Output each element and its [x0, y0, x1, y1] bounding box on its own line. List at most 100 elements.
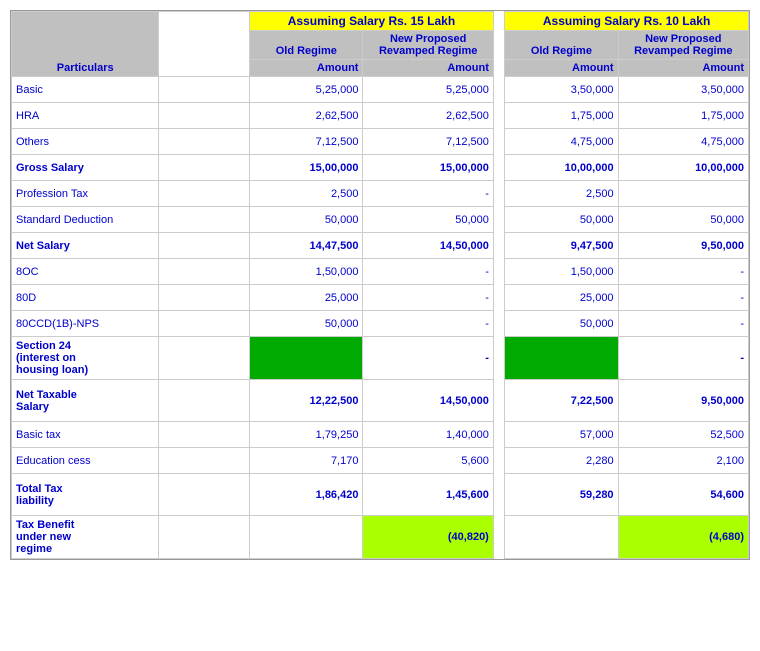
new2-6: 9,50,000: [618, 233, 748, 259]
old2-6: 9,47,500: [505, 233, 618, 259]
divider-12: [493, 422, 504, 448]
row-label-7: 8OC: [12, 259, 159, 285]
blank-col-2: [159, 129, 250, 155]
blank-col-15: [159, 516, 250, 559]
old2-9: 50,000: [505, 311, 618, 337]
old2-5: 50,000: [505, 207, 618, 233]
divider-9: [493, 311, 504, 337]
divider-8: [493, 285, 504, 311]
amount-header-4: Amount: [618, 60, 748, 77]
row-label-9: 80CCD(1B)-NPS: [12, 311, 159, 337]
row-label-6: Net Salary: [12, 233, 159, 259]
old1-6: 14,47,500: [250, 233, 363, 259]
row-label-10: Section 24(interest onhousing loan): [12, 337, 159, 380]
blank-col-6: [159, 233, 250, 259]
new1-0: 5,25,000: [363, 77, 493, 103]
new2-5: 50,000: [618, 207, 748, 233]
divider-5: [493, 207, 504, 233]
old2-2: 4,75,000: [505, 129, 618, 155]
old2-14: 59,280: [505, 474, 618, 516]
new1-13: 5,600: [363, 448, 493, 474]
amount-header-1: Amount: [250, 60, 363, 77]
new1-12: 1,40,000: [363, 422, 493, 448]
new2-4: [618, 181, 748, 207]
row-label-14: Total Taxliability: [12, 474, 159, 516]
new2-13: 2,100: [618, 448, 748, 474]
row-label-5: Standard Deduction: [12, 207, 159, 233]
new2-1: 1,75,000: [618, 103, 748, 129]
new2-2: 4,75,000: [618, 129, 748, 155]
divider-14: [493, 474, 504, 516]
divider-11: [493, 380, 504, 422]
blank-col-3: [159, 155, 250, 181]
new2-11: 9,50,000: [618, 380, 748, 422]
row-label-11: Net TaxableSalary: [12, 380, 159, 422]
new1-1: 2,62,500: [363, 103, 493, 129]
old2-3: 10,00,000: [505, 155, 618, 181]
new1-10: -: [363, 337, 493, 380]
new2-12: 52,500: [618, 422, 748, 448]
row-label-12: Basic tax: [12, 422, 159, 448]
old1-1: 2,62,500: [250, 103, 363, 129]
divider-3: [493, 155, 504, 181]
old1-7: 1,50,000: [250, 259, 363, 285]
old1-4: 2,500: [250, 181, 363, 207]
amount-header-2: Amount: [363, 60, 493, 77]
blank-col-11: [159, 380, 250, 422]
amount-header-3: Amount: [505, 60, 618, 77]
old1-14: 1,86,420: [250, 474, 363, 516]
new1-5: 50,000: [363, 207, 493, 233]
blank-col-10: [159, 337, 250, 380]
new1-11: 14,50,000: [363, 380, 493, 422]
old1-12: 1,79,250: [250, 422, 363, 448]
old2-12: 57,000: [505, 422, 618, 448]
old2-7: 1,50,000: [505, 259, 618, 285]
row-label-4: Profession Tax: [12, 181, 159, 207]
new1-9: -: [363, 311, 493, 337]
old-regime-header-2: Old Regime: [505, 31, 618, 60]
salary15-header: Assuming Salary Rs. 15 Lakh: [250, 12, 494, 31]
row-label-3: Gross Salary: [12, 155, 159, 181]
new1-4: -: [363, 181, 493, 207]
old1-2: 7,12,500: [250, 129, 363, 155]
divider-15: [493, 516, 504, 559]
old2-10: [505, 337, 618, 380]
blank-col-1: [159, 103, 250, 129]
salary10-header: Assuming Salary Rs. 10 Lakh: [505, 12, 749, 31]
new1-7: -: [363, 259, 493, 285]
blank-col-9: [159, 311, 250, 337]
blank-col-4: [159, 181, 250, 207]
new1-15: (40,820): [363, 516, 493, 559]
divider-0: [493, 77, 504, 103]
divider-6: [493, 233, 504, 259]
divider-7: [493, 259, 504, 285]
row-label-2: Others: [12, 129, 159, 155]
divider-2: [493, 129, 504, 155]
blank-col-5: [159, 207, 250, 233]
row-label-15: Tax Benefitunder newregime: [12, 516, 159, 559]
old2-8: 25,000: [505, 285, 618, 311]
old2-4: 2,500: [505, 181, 618, 207]
blank-col-8: [159, 285, 250, 311]
old2-13: 2,280: [505, 448, 618, 474]
new-proposed-header-1: New Proposed Revamped Regime: [363, 31, 493, 60]
new1-2: 7,12,500: [363, 129, 493, 155]
main-table-wrapper: Particulars Assuming Salary Rs. 15 Lakh …: [10, 10, 750, 560]
divider-13: [493, 448, 504, 474]
old2-0: 3,50,000: [505, 77, 618, 103]
old1-9: 50,000: [250, 311, 363, 337]
old1-0: 5,25,000: [250, 77, 363, 103]
new1-3: 15,00,000: [363, 155, 493, 181]
old1-10: [250, 337, 363, 380]
blank-col-12: [159, 422, 250, 448]
old1-8: 25,000: [250, 285, 363, 311]
row-label-1: HRA: [12, 103, 159, 129]
new2-10: -: [618, 337, 748, 380]
old-regime-header-1: Old Regime: [250, 31, 363, 60]
old1-5: 50,000: [250, 207, 363, 233]
old1-13: 7,170: [250, 448, 363, 474]
divider-10: [493, 337, 504, 380]
new2-15: (4,680): [618, 516, 748, 559]
blank-col-13: [159, 448, 250, 474]
blank-col-7: [159, 259, 250, 285]
